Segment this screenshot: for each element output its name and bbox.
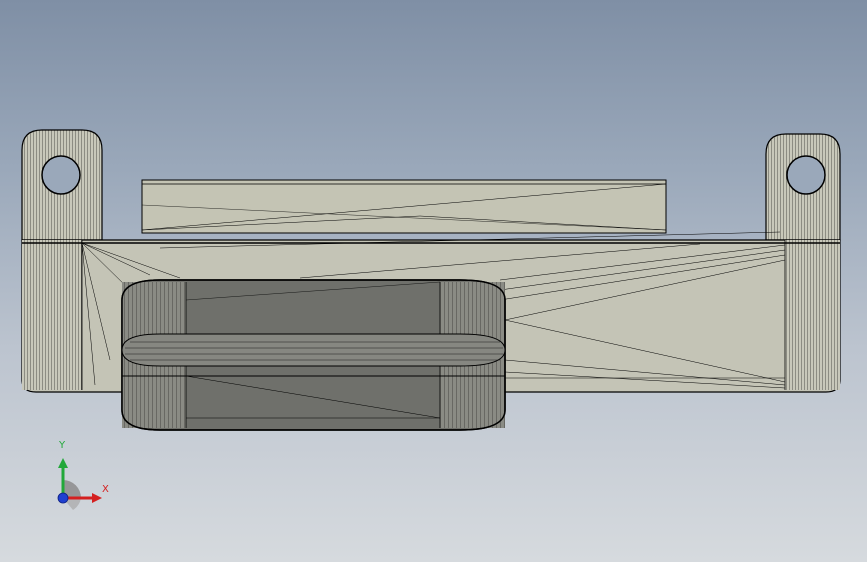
oval-boss (121, 279, 506, 431)
x-axis-label: X (102, 484, 109, 495)
y-axis-label: Y (59, 440, 66, 451)
triad-graphic (57, 458, 102, 510)
right-mounting-lug (765, 133, 841, 241)
cad-model[interactable] (0, 0, 867, 562)
orientation-triad[interactable]: Y X (40, 438, 130, 518)
graphics-viewport[interactable]: Y X (0, 0, 867, 562)
top-block (141, 179, 667, 234)
left-mounting-lug (21, 129, 103, 241)
